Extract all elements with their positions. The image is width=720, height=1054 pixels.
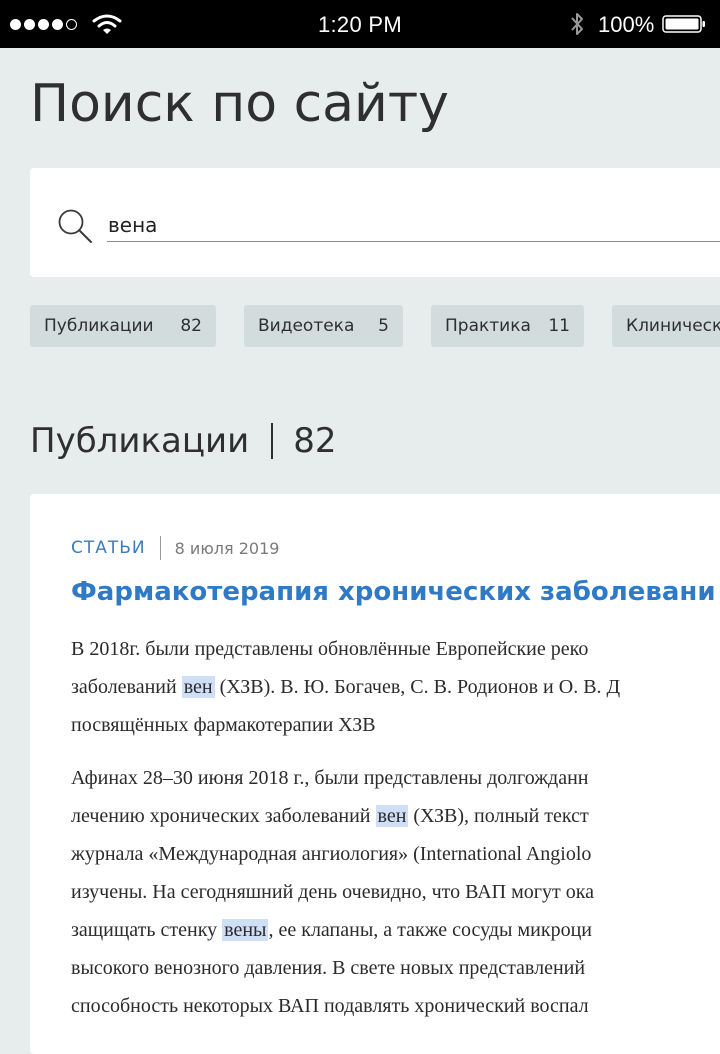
- result-snippet-1: В 2018г. были представлены обновлённые Е…: [71, 630, 620, 744]
- chip-count: 11: [548, 316, 570, 336]
- result-title[interactable]: Фармакотерапия хронических заболевани: [71, 574, 716, 610]
- status-bar: 1:20 PM 100%: [0, 0, 720, 48]
- snippet-line: высокого венозного давления. В свете нов…: [71, 957, 586, 979]
- snippet-line: лечению хронических заболеваний вен (ХЗВ…: [71, 805, 589, 827]
- chip-publications[interactable]: Публикации 82: [30, 305, 216, 347]
- chip-video[interactable]: Видеотека 5: [244, 305, 403, 347]
- snippet-line: журнала «Международная ангиология» (Inte…: [71, 843, 592, 865]
- bluetooth-icon: [571, 13, 583, 35]
- snippet-line: изучены. На сегодняшний день очевидно, ч…: [71, 881, 595, 903]
- section-count: 82: [293, 421, 337, 461]
- battery-icon: [662, 15, 705, 33]
- search-highlight: вен: [181, 676, 215, 698]
- chip-count: 5: [378, 316, 389, 336]
- section-divider: [271, 423, 274, 459]
- result-card[interactable]: СТАТЬИ 8 июля 2019 Фармакотерапия хронич…: [30, 494, 720, 1054]
- snippet-line: заболеваний вен (ХЗВ). В. Ю. Богачев, С.…: [71, 676, 621, 698]
- chip-label: Видеотека: [258, 316, 355, 336]
- chip-clinical[interactable]: Клиническ: [612, 305, 720, 347]
- search-icon[interactable]: [57, 208, 93, 244]
- snippet-line: Афинах 28–30 июня 2018 г., были представ…: [71, 767, 589, 789]
- snippet-line: В 2018г. были представлены обновлённые Е…: [71, 638, 589, 660]
- snippet-line: защищать стенку вены, ее клапаны, а такж…: [71, 919, 592, 941]
- chip-label: Клиническ: [626, 316, 720, 336]
- chip-label: Публикации: [44, 316, 154, 336]
- result-snippet-2: Афинах 28–30 июня 2018 г., были представ…: [71, 759, 594, 1025]
- search-highlight: вены: [222, 919, 269, 941]
- result-meta: СТАТЬИ 8 июля 2019: [71, 536, 279, 560]
- snippet-line: способность некоторых ВАП подавлять хрон…: [71, 995, 589, 1017]
- section-header: Публикации 82: [30, 418, 336, 464]
- chip-label: Практика: [445, 316, 531, 336]
- meta-divider: [159, 536, 161, 560]
- battery-percent: 100%: [598, 12, 655, 37]
- search-card: [30, 168, 720, 277]
- snippet-line: посвящённых фармакотерапии ХЗВ: [71, 714, 376, 736]
- search-highlight: вен: [375, 805, 409, 827]
- section-title: Публикации: [30, 421, 250, 461]
- page-title: Поиск по сайту: [30, 74, 449, 134]
- search-input[interactable]: [107, 208, 720, 242]
- result-date: 8 июля 2019: [174, 538, 280, 558]
- chip-count: 82: [180, 316, 202, 336]
- result-category[interactable]: СТАТЬИ: [71, 538, 146, 558]
- chip-practice[interactable]: Практика 11: [431, 305, 584, 347]
